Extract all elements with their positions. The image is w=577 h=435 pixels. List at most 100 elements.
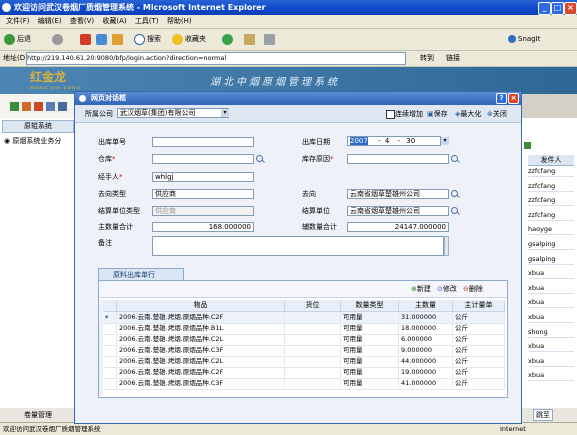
table-cell — [285, 312, 341, 322]
date-month[interactable]: 4 — [385, 137, 389, 145]
sender-list-item[interactable]: gsalping — [528, 254, 574, 265]
warehouse-input[interactable] — [152, 154, 254, 164]
left-tree-item[interactable]: ◉ 原烟系统业务分 — [4, 136, 61, 146]
grid-new-button[interactable]: ⊕新建 — [411, 284, 431, 294]
document-icon[interactable] — [22, 102, 31, 111]
menu-edit[interactable]: 编辑(E) — [38, 15, 62, 28]
menu-file[interactable]: 文件(F) — [6, 15, 30, 28]
chart-icon[interactable] — [34, 102, 43, 111]
page-jump-button[interactable]: 跳至 — [533, 409, 553, 421]
calendar-dropdown-icon[interactable]: ▾ — [441, 137, 449, 145]
settle-type-select[interactable]: 供应商 — [152, 206, 254, 216]
grid-header-unit[interactable]: 主计量单 — [453, 300, 505, 311]
sender-list-item[interactable]: xbua — [528, 370, 574, 382]
snagit-icon — [508, 35, 516, 43]
sender-list-item[interactable]: xbua — [528, 356, 574, 367]
date-day[interactable]: 30 — [406, 137, 415, 145]
row-selector[interactable] — [103, 345, 117, 355]
sender-list-item[interactable]: gsalping — [528, 239, 574, 250]
continuous-add-checkbox[interactable] — [386, 110, 395, 119]
save-button[interactable]: ▣保存 — [427, 109, 448, 119]
remark-scrollbar[interactable] — [444, 236, 449, 256]
remark-textarea[interactable] — [152, 236, 444, 256]
refresh-icon[interactable] — [524, 142, 531, 149]
row-selector[interactable] — [103, 367, 117, 377]
date-year[interactable]: 2007 — [350, 137, 368, 145]
refresh-button[interactable] — [96, 33, 109, 46]
row-selector[interactable] — [103, 378, 117, 388]
row-selector[interactable] — [103, 323, 117, 333]
address-input[interactable]: http://219.140.61.20:9080/bfp/login.acti… — [26, 52, 406, 65]
table-cell: 公斤 — [453, 323, 505, 333]
history-button[interactable] — [222, 33, 235, 46]
sender-list-item[interactable]: xbua — [528, 268, 574, 280]
home-button[interactable] — [112, 33, 125, 46]
sender-list-item[interactable]: zzfcfang — [528, 195, 574, 207]
sender-list-item[interactable]: haoyge — [528, 224, 574, 236]
minimize-button[interactable]: _ — [538, 2, 551, 15]
sender-list-item[interactable]: xbua — [528, 283, 574, 294]
close-window-button[interactable]: × — [564, 2, 577, 15]
grid-delete-button[interactable]: ⊖删除 — [463, 284, 483, 294]
forward-button[interactable] — [52, 33, 65, 46]
close-dialog-button[interactable]: × — [508, 93, 519, 104]
links-label[interactable]: 链接 — [446, 53, 460, 64]
sender-list-item[interactable]: shong — [528, 327, 574, 338]
row-selector[interactable] — [103, 334, 117, 344]
warehouse-search-icon[interactable] — [256, 155, 263, 162]
table-row[interactable]: 2006.云南.楚雄.烤烟.原烟品种.C3F 可用量 41.000000 公斤 — [103, 378, 505, 390]
sender-list-item[interactable]: xbua — [528, 297, 574, 309]
out-date-input[interactable]: 2007 - 4 - 30 — [347, 136, 441, 146]
snagit-button[interactable]: SnagIt — [508, 33, 540, 46]
main-qty-input[interactable]: 168.000000 — [152, 222, 254, 232]
handler-input[interactable]: whlgj — [152, 172, 254, 182]
dest-search-icon[interactable] — [451, 190, 458, 197]
sender-list-item[interactable]: zzfcfang — [528, 210, 574, 221]
home-icon — [112, 33, 123, 45]
search-button[interactable]: 搜索 — [134, 33, 161, 46]
dest-type-select[interactable]: 供应商 — [152, 189, 254, 199]
menu-view[interactable]: 查看(V) — [70, 15, 94, 28]
print-button[interactable] — [264, 33, 277, 46]
help-button[interactable]: ? — [496, 93, 507, 104]
browser-toolbar: 后退 搜索 收藏夹 SnagIt — [0, 29, 577, 51]
favorites-button[interactable]: 收藏夹 — [172, 33, 206, 46]
sender-list-item[interactable]: xbua — [528, 312, 574, 323]
grid-header-main-qty[interactable]: 主数量 — [399, 300, 453, 311]
grid-icon[interactable] — [10, 102, 19, 111]
row-selector[interactable] — [103, 356, 117, 366]
stop-button[interactable] — [80, 33, 93, 46]
current-row-marker-icon[interactable]: ▾ — [103, 312, 117, 322]
out-no-input[interactable] — [152, 137, 254, 147]
go-button[interactable]: 转到 — [420, 53, 434, 64]
mail-icon[interactable] — [46, 102, 55, 111]
reason-search-icon[interactable] — [451, 155, 458, 162]
handler-label: 经手人* — [98, 172, 123, 182]
dest-input[interactable]: 云南省烟草楚雄州公司 — [347, 189, 449, 199]
sender-list-item[interactable]: zzfcfang — [528, 181, 574, 192]
list-icon[interactable] — [58, 102, 67, 111]
company-select[interactable]: 武汉烟草(集团)有限公司 — [117, 108, 229, 118]
sender-list-item[interactable]: zzfcfang — [528, 166, 574, 177]
reason-input[interactable] — [347, 154, 449, 164]
menu-tools[interactable]: 工具(T) — [135, 15, 159, 28]
maximize-button[interactable]: □ — [551, 2, 564, 15]
menu-favorites[interactable]: 收藏(A) — [102, 15, 126, 28]
close-button[interactable]: ⊗关闭 — [487, 109, 507, 119]
menu-help[interactable]: 帮助(H) — [167, 15, 192, 28]
aux-qty-input[interactable]: 24147.000000 — [347, 222, 449, 232]
mail-button[interactable] — [244, 33, 257, 46]
back-button[interactable]: 后退 — [4, 33, 31, 46]
grid-header-item[interactable]: 物品 — [117, 300, 285, 311]
chevron-down-icon[interactable]: ▾ — [221, 109, 229, 117]
grid-header-location[interactable]: 货位 — [285, 300, 341, 311]
settle-unit-input[interactable]: 云南省烟草楚雄州公司 — [347, 206, 449, 216]
sender-list-item[interactable]: xbua — [528, 341, 574, 353]
left-tab[interactable]: 原辊系统 — [2, 120, 74, 133]
grid-header-qty-type[interactable]: 数量类型 — [341, 300, 399, 311]
maximize-dialog-button[interactable]: ◈最大化 — [455, 109, 481, 119]
settle-unit-search-icon[interactable] — [451, 207, 458, 214]
continuous-add-label[interactable]: 连续增加 — [395, 109, 423, 119]
grid-edit-button[interactable]: ⊙修改 — [437, 284, 457, 294]
bottom-left-label[interactable]: 卷量管理 — [24, 410, 52, 420]
